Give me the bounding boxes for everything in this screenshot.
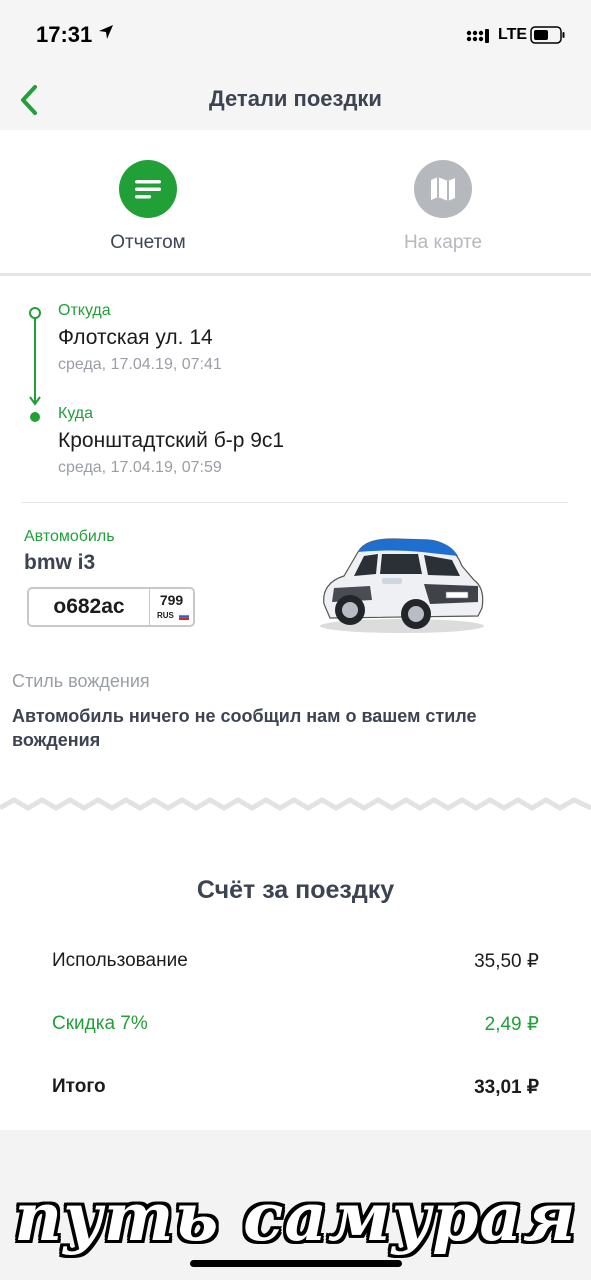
- divider: [22, 502, 568, 503]
- tab-report[interactable]: Отчетом: [48, 160, 248, 254]
- plate-number: о682ас: [53, 595, 125, 618]
- total-value: 33,01 ₽: [474, 1077, 539, 1098]
- tab-map[interactable]: На карте: [343, 160, 543, 254]
- receipt-zigzag-edge: [0, 790, 591, 824]
- usage-value: 35,50 ₽: [474, 951, 539, 972]
- route-arrow-icon: [29, 396, 41, 406]
- plate-region: 799: [159, 592, 184, 608]
- driving-style-text: Автомобиль ничего не сообщил нам о вашем…: [12, 706, 477, 750]
- total-label: Итого: [52, 1076, 106, 1097]
- network-type: LTE: [498, 26, 528, 43]
- route-to-time: среда, 17.04.19, 07:59: [58, 459, 222, 476]
- car-model: bmw i3: [24, 551, 96, 574]
- plate-country: RUS: [157, 611, 174, 620]
- page-title: Детали поездки: [209, 86, 382, 111]
- map-icon: [431, 177, 455, 201]
- route-from-address: Флотская ул. 14: [58, 326, 213, 349]
- home-indicator[interactable]: [190, 1260, 402, 1267]
- license-plate: о682ас 799 RUS: [27, 587, 195, 627]
- route-line: [34, 316, 36, 404]
- route-from-time: среда, 17.04.19, 07:41: [58, 356, 222, 373]
- route-end-dot: [30, 412, 40, 422]
- status-bar: 17:31 LTE: [0, 0, 591, 70]
- car-label: Автомобиль: [24, 528, 115, 545]
- tab-map-circle: [414, 160, 472, 218]
- tab-report-circle: [119, 160, 177, 218]
- route-start-dot: [29, 307, 41, 319]
- driving-style-label: Стиль вождения: [12, 671, 150, 691]
- tab-report-label: Отчетом: [110, 232, 186, 253]
- discount-label: Скидка 7%: [52, 1013, 148, 1034]
- route-to-address: Кронштадтский б-р 9с1: [58, 429, 285, 452]
- russia-flag-icon: [179, 613, 189, 620]
- signal-icon: [466, 29, 489, 43]
- route-to-label: Куда: [58, 405, 94, 422]
- usage-label: Использование: [52, 950, 188, 971]
- watermark-text: путь самурая: [14, 1178, 577, 1256]
- route-from-label: Откуда: [58, 302, 111, 319]
- route-section: Откуда Флотская ул. 14 среда, 17.04.19, …: [0, 296, 591, 502]
- view-tabs: Отчетом На карте: [0, 130, 591, 276]
- nav-bar: Детали поездки: [0, 70, 591, 130]
- list-icon: [135, 180, 161, 199]
- discount-value: 2,49 ₽: [484, 1014, 539, 1035]
- tab-map-label: На карте: [403, 232, 483, 253]
- location-arrow-icon: [99, 25, 113, 39]
- car-image: [320, 538, 484, 633]
- receipt-title: Счёт за поездку: [196, 876, 395, 904]
- status-time: 17:31: [36, 22, 93, 47]
- battery-icon: [530, 26, 565, 44]
